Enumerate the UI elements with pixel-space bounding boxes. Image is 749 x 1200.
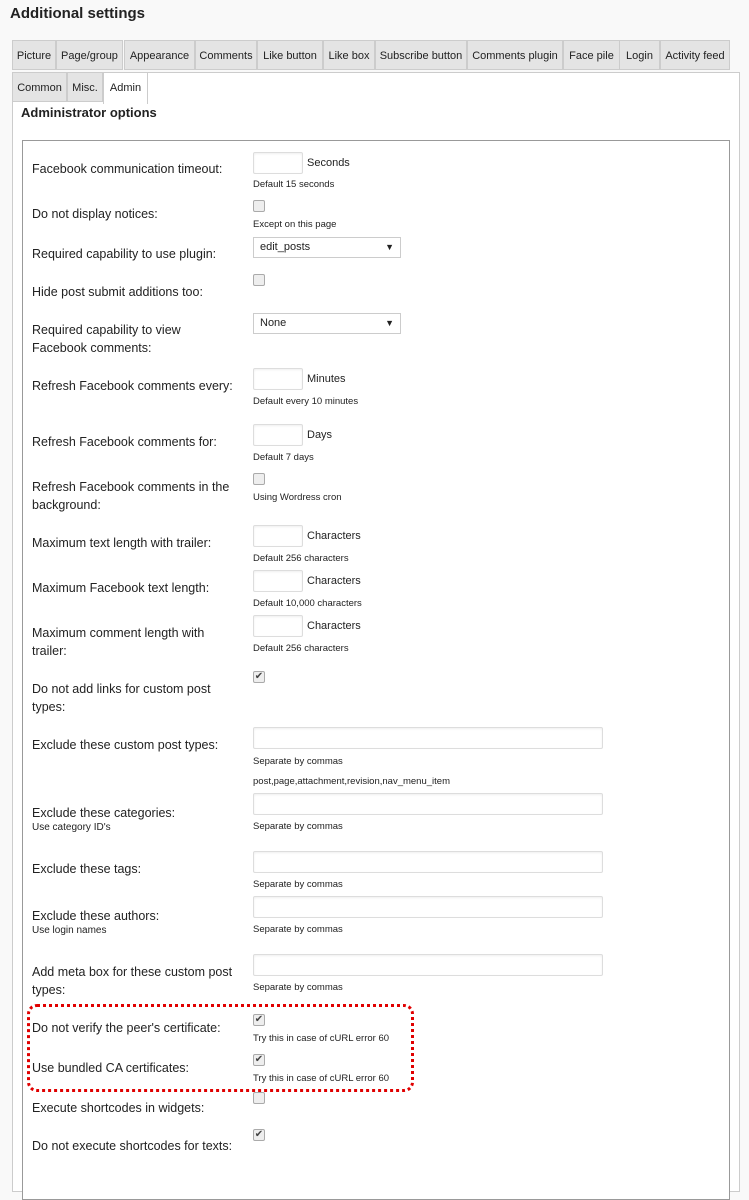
row-5-label: Required capability to view Facebook com… [32,321,237,357]
row-17-input[interactable] [253,954,603,976]
row-11-label: Maximum comment length with trailer: [32,624,237,660]
row-14-note: Separate by commas [253,821,343,832]
section-title: Administrator options [21,105,157,120]
row-6-note: Default every 10 minutes [253,396,359,407]
row-16-input[interactable] [253,896,603,918]
row-2-checkbox[interactable] [253,200,265,212]
label-text: Facebook communication timeout: [32,162,223,176]
row-2-label: Do not display notices: [32,205,237,223]
row-6-unit: Minutes [307,373,346,385]
row-3-select[interactable]: edit_posts ▼ [253,237,401,258]
label-text: Refresh Facebook comments every: [32,379,233,393]
label-text: Do not execute shortcodes for texts: [32,1139,233,1153]
label-text: Hide post submit additions too: [32,285,203,299]
row-13-label: Exclude these custom post types: [32,736,237,754]
label-text: Do not add links for custom post types: [32,682,211,714]
page-title: Additional settings [10,5,145,22]
label-text: Required capability to use plugin: [32,247,217,261]
tab-login[interactable]: Login [619,40,660,70]
tab-subscribe-button[interactable]: Subscribe button [375,40,467,70]
row-7-unit: Days [307,429,333,441]
row-16-note: Separate by commas [253,924,343,935]
row-9-label: Maximum text length with trailer: [32,534,237,552]
row-10-unit: Characters [307,575,361,587]
label-text: Add meta box for these custom post types… [32,965,233,997]
row-14-input[interactable] [253,793,603,815]
row-2-note: Except on this page [253,219,337,230]
row-20-label: Execute shortcodes in widgets: [32,1099,237,1117]
row-14-label: Exclude these categories: Use category ID… [32,804,237,834]
tab-page-group[interactable]: Page/group [56,40,123,70]
row-13-note: Separate by commas [253,756,343,767]
tab-comments-plugin[interactable]: Comments plugin [467,40,563,70]
row-13-note-2: post,page,attachment,revision,nav_menu_i… [253,776,450,787]
row-7-note: Default 7 days [253,452,314,463]
row-10-input[interactable] [253,570,303,592]
highlight-box [27,1004,414,1092]
row-12-label: Do not add links for custom post types: [32,680,237,716]
tab-misc[interactable]: Misc. [67,72,103,102]
row-9-unit: Characters [307,530,361,542]
label-text: Maximum Facebook text length: [32,581,210,595]
row-4-checkbox[interactable] [253,274,265,286]
row-20-checkbox[interactable] [253,1092,265,1104]
tab-picture[interactable]: Picture [12,40,56,70]
row-6-label: Refresh Facebook comments every: [32,377,237,395]
label-text: Do not display notices: [32,207,158,221]
row-5-select[interactable]: None ▼ [253,313,401,334]
label-text: Required capability to view Facebook com… [32,323,181,355]
chevron-down-icon: ▼ [385,242,394,252]
row-17-note: Separate by commas [253,982,343,993]
row-7-input[interactable] [253,424,303,446]
row-15-note: Separate by commas [253,879,343,890]
label-text: Refresh Facebook comments in the backgro… [32,480,230,512]
row-10-label: Maximum Facebook text length: [32,579,237,597]
label-text: Maximum comment length with trailer: [32,626,205,658]
row-3-label: Required capability to use plugin: [32,245,237,263]
row-13-input[interactable] [253,727,603,749]
row-8-checkbox[interactable] [253,473,265,485]
label-text: Exclude these authors: [32,909,160,923]
label-hint: Use category ID's [32,822,111,833]
label-text: Exclude these custom post types: [32,738,219,752]
tab-comments[interactable]: Comments [195,40,257,70]
row-4-label: Hide post submit additions too: [32,283,237,301]
row-7-label: Refresh Facebook comments for: [32,433,237,451]
label-text: Refresh Facebook comments for: [32,435,217,449]
row-11-unit: Characters [307,620,361,632]
row-1-unit: Seconds [307,157,350,169]
row-1-label: Facebook communication timeout: [32,160,237,178]
tab-common[interactable]: Common [12,72,67,102]
row-9-note: Default 256 characters [253,553,349,564]
label-text: Execute shortcodes in widgets: [32,1101,205,1115]
label-text: Exclude these tags: [32,862,142,876]
tab-activity-feed[interactable]: Activity feed [660,40,730,70]
row-1-note: Default 15 seconds [253,179,335,190]
row-1-input[interactable] [253,152,303,174]
label-hint: Use login names [32,925,107,936]
tab-appearance[interactable]: Appearance [124,40,195,70]
chevron-down-icon: ▼ [385,318,394,328]
row-12-checkbox[interactable]: ✔ [253,671,265,683]
tab-like-box[interactable]: Like box [323,40,375,70]
row-17-label: Add meta box for these custom post types… [32,963,237,999]
row-11-note: Default 256 characters [253,643,349,654]
row-15-input[interactable] [253,851,603,873]
row-10-note: Default 10,000 characters [253,598,362,609]
row-15-label: Exclude these tags: [32,860,237,878]
row-9-input[interactable] [253,525,303,547]
label-text: Maximum text length with trailer: [32,536,212,550]
row-11-input[interactable] [253,615,303,637]
tab-like-button[interactable]: Like button [257,40,323,70]
row-6-input[interactable] [253,368,303,390]
tab-face-pile[interactable]: Face pile [563,40,620,70]
row-8-note: Using Wordress cron [253,492,342,503]
row-21-label: Do not execute shortcodes for texts: [32,1137,237,1155]
tab-admin[interactable]: Admin [103,72,148,104]
row-8-label: Refresh Facebook comments in the backgro… [32,478,237,514]
row-16-label: Exclude these authors: Use login names [32,907,237,937]
row-21-checkbox[interactable]: ✔ [253,1129,265,1141]
label-text: Exclude these categories: [32,806,176,820]
